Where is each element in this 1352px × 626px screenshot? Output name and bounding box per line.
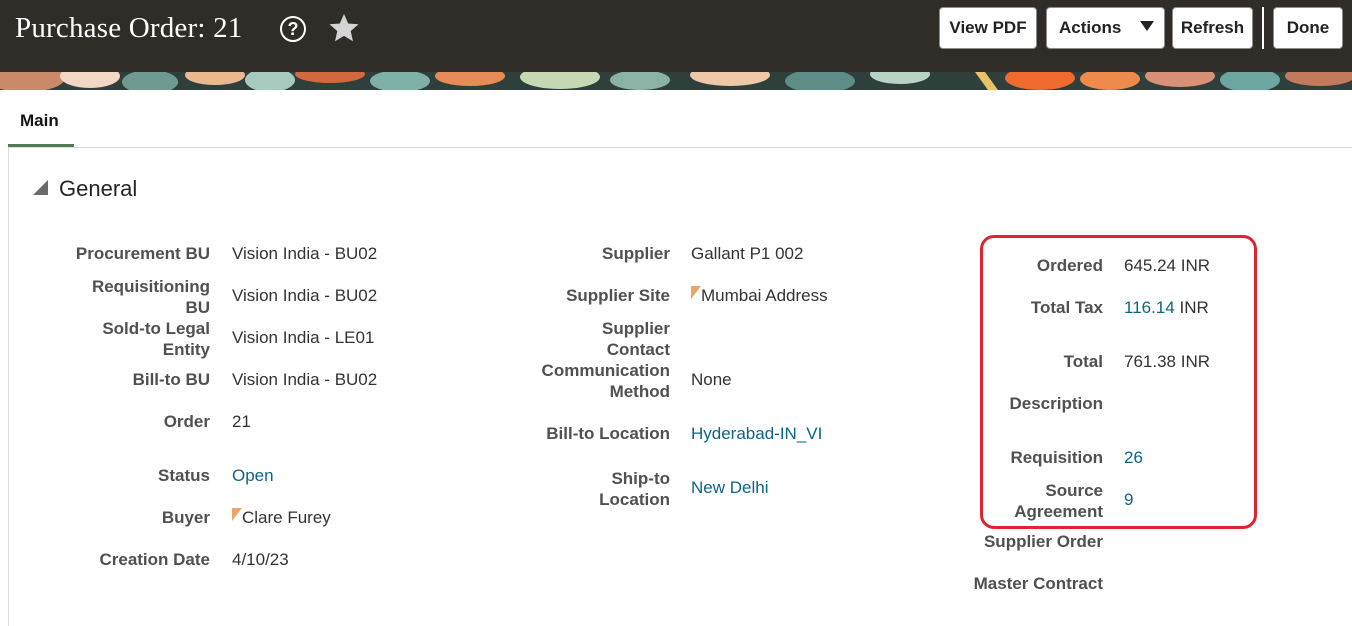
ship-to-location-link[interactable]: New Delhi	[691, 477, 768, 498]
bill-to-bu-value: Vision India - BU02	[232, 370, 378, 389]
requisitioning-bu-value: Vision India - BU02	[232, 286, 378, 305]
ship-to-location-label-line1: Ship-to	[611, 469, 670, 488]
requisitioning-bu-label-line2: BU	[185, 298, 210, 317]
tab-main[interactable]: Main	[8, 108, 74, 148]
bill-to-location-link[interactable]: Hyderabad-IN_VI	[691, 423, 822, 444]
collapse-triangle-icon[interactable]	[33, 180, 48, 195]
supplier-site-label: Supplier Site	[566, 286, 670, 305]
supplier-label: Supplier	[601, 244, 670, 263]
actions-label: Actions	[1059, 18, 1122, 37]
section-title: General	[59, 176, 138, 201]
bill-to-bu-label: Bill-to BU	[132, 370, 210, 389]
order-value: 21	[232, 412, 251, 431]
decorative-banner	[0, 72, 1352, 90]
refresh-button[interactable]: Refresh	[1172, 7, 1253, 49]
order-label: Order	[163, 412, 210, 431]
supplier-contact-label: Supplier Contact	[602, 318, 670, 360]
creation-date-value: 4/10/23	[232, 550, 289, 569]
supplier-contact-label-line1: Supplier	[601, 319, 670, 338]
buyer-name: Clare Furey	[242, 508, 331, 527]
ship-to-location-label: Ship-to Location	[599, 468, 670, 510]
status-label: Status	[158, 466, 210, 485]
highlight-box	[980, 235, 1257, 529]
tab-bar-divider	[8, 147, 1352, 148]
content-left-border	[8, 148, 9, 626]
star-icon[interactable]	[328, 12, 360, 44]
contextual-info-flag-icon[interactable]	[691, 286, 701, 299]
buyer-value[interactable]: Clare Furey	[232, 507, 331, 528]
communication-method-label: Communication Method	[542, 360, 670, 402]
done-button[interactable]: Done	[1273, 7, 1343, 49]
help-icon[interactable]: ?	[280, 16, 306, 42]
sold-to-legal-entity-label: Sold-to Legal Entity	[102, 318, 210, 360]
requisitioning-bu-label-line1: Requisitioning	[91, 277, 210, 296]
supplier-site-value[interactable]: Mumbai Address	[691, 285, 828, 306]
view-pdf-button[interactable]: View PDF	[939, 7, 1037, 49]
page-header: Purchase Order: 21 ? View PDF Actions Re…	[0, 0, 1352, 72]
procurement-bu-label: Procurement BU	[75, 244, 210, 263]
status-link[interactable]: Open	[232, 465, 274, 486]
tab-main-label: Main	[20, 111, 59, 130]
requisitioning-bu-label: Requisitioning BU	[92, 276, 210, 318]
caret-down-icon	[1140, 21, 1154, 31]
procurement-bu-value: Vision India - BU02	[232, 244, 378, 263]
buyer-label: Buyer	[161, 508, 210, 527]
supplier-order-label: Supplier Order	[983, 532, 1103, 551]
toolbar-divider	[1262, 7, 1264, 49]
communication-method-value: None	[691, 370, 732, 389]
sold-to-legal-entity-value: Vision India - LE01	[232, 328, 375, 347]
communication-method-label-line2: Method	[609, 382, 670, 401]
bill-to-location-label: Bill-to Location	[546, 424, 670, 443]
page-title: Purchase Order: 21	[15, 12, 243, 44]
communication-method-label-line1: Communication	[541, 361, 670, 380]
creation-date-label: Creation Date	[99, 550, 210, 569]
contextual-info-flag-icon[interactable]	[232, 508, 242, 521]
ship-to-location-label-line2: Location	[599, 490, 670, 509]
supplier-site-name: Mumbai Address	[701, 286, 828, 305]
sold-to-legal-entity-label-line1: Sold-to Legal	[102, 319, 210, 338]
actions-menu-button[interactable]: Actions	[1046, 7, 1165, 49]
supplier-value: Gallant P1 002	[691, 244, 804, 263]
sold-to-legal-entity-label-line2: Entity	[162, 340, 210, 359]
master-contract-label: Master Contract	[973, 574, 1103, 593]
supplier-contact-label-line2: Contact	[606, 340, 670, 359]
